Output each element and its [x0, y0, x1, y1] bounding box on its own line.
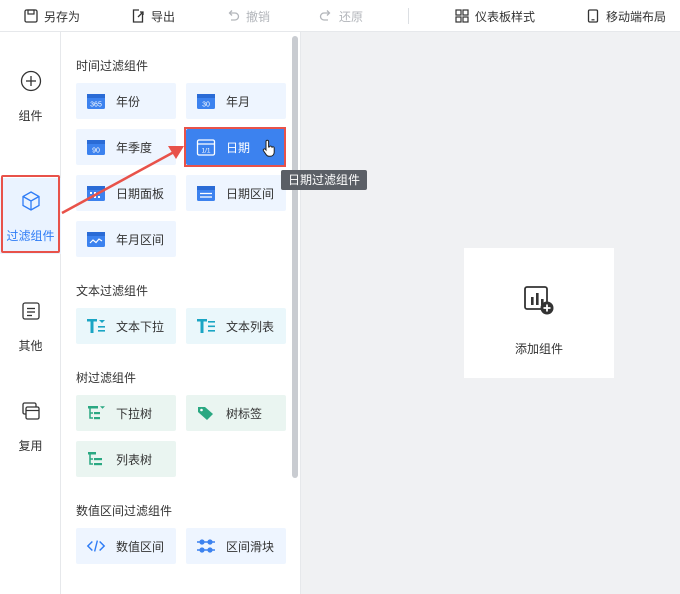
mobile-layout-button[interactable]: 移动端布局 — [586, 0, 666, 32]
section-title-time: 时间过滤组件 — [76, 59, 149, 73]
component-label: 列表树 — [116, 452, 153, 467]
component-date-range[interactable]: 日期区间 — [186, 175, 286, 211]
tree-list-icon — [86, 449, 106, 469]
save-as-label: 另存为 — [44, 9, 81, 24]
cube-icon — [19, 189, 43, 213]
component-year-month[interactable]: 30 年月 — [186, 83, 286, 119]
component-label: 下拉树 — [116, 406, 153, 421]
svg-text:365: 365 — [90, 102, 102, 109]
save-icon — [24, 9, 38, 23]
component-year[interactable]: 365 年份 — [76, 83, 176, 119]
component-dropdown-tree[interactable]: 下拉树 — [76, 395, 176, 431]
tree-dropdown-icon — [86, 403, 106, 423]
left-rail: 组件 过滤组件 其他 复用 — [0, 32, 61, 594]
component-tree-tag[interactable]: 树标签 — [186, 395, 286, 431]
code-brackets-icon — [86, 536, 106, 556]
component-label: 文本下拉 — [116, 319, 165, 334]
component-date[interactable]: 1/1 日期 — [186, 129, 286, 165]
stack-icon — [19, 399, 43, 423]
mobile-layout-label: 移动端布局 — [606, 9, 667, 24]
document-icon — [19, 299, 43, 323]
component-text-list[interactable]: 文本列表 — [186, 308, 286, 344]
component-label: 日期区间 — [226, 186, 275, 201]
rail-item-label: 过滤组件 — [6, 228, 55, 243]
component-label: 日期面板 — [116, 186, 165, 201]
rail-item-label: 组件 — [18, 108, 43, 123]
component-range-slider[interactable]: 区间滑块 — [186, 528, 286, 564]
component-label: 文本列表 — [226, 319, 275, 334]
export-label: 导出 — [151, 9, 176, 24]
tooltip: 日期过滤组件 — [281, 170, 368, 190]
export-button[interactable]: 导出 — [131, 0, 175, 32]
redo-label: 还原 — [339, 9, 364, 24]
text-list-icon — [196, 316, 216, 336]
calendar-30-icon: 30 — [196, 91, 216, 111]
calendar-grid-icon — [86, 183, 106, 203]
calendar-range-icon — [196, 183, 216, 203]
add-component-card[interactable]: 添加组件 — [464, 248, 614, 378]
undo-label: 撤销 — [246, 9, 271, 24]
calendar-365-icon: 365 — [86, 91, 106, 111]
component-label: 年月区间 — [116, 232, 165, 247]
section-title-tree: 树过滤组件 — [76, 371, 137, 385]
calendar-wave-icon — [86, 229, 106, 249]
component-numeric-range[interactable]: 数值区间 — [76, 528, 176, 564]
calendar-90-icon: 90 — [86, 137, 106, 157]
redo-button[interactable]: 还原 — [319, 0, 363, 32]
rail-item-reuse[interactable]: 复用 — [0, 388, 61, 464]
chart-add-icon — [523, 284, 555, 316]
toolbar-divider — [408, 8, 409, 24]
component-text-dropdown[interactable]: 文本下拉 — [76, 308, 176, 344]
component-date-panel[interactable]: 日期面板 — [76, 175, 176, 211]
component-label: 年份 — [116, 94, 141, 109]
svg-text:1/1: 1/1 — [201, 148, 210, 155]
dashboard-style-label: 仪表板样式 — [475, 9, 536, 24]
component-label: 区间滑块 — [226, 539, 275, 554]
calendar-date-icon: 1/1 — [196, 137, 216, 157]
slider-icon — [196, 536, 216, 556]
grid-icon — [455, 9, 469, 23]
toolbar: 另存为 导出 撤销 还原 仪表板样式 移动端布局 — [0, 0, 680, 32]
tag-icon — [196, 403, 216, 423]
undo-icon — [228, 10, 240, 21]
rail-item-filters[interactable]: 过滤组件 — [0, 178, 61, 254]
add-component-label: 添加组件 — [514, 342, 563, 356]
mobile-icon — [587, 9, 599, 23]
rail-item-label: 其他 — [18, 338, 43, 353]
component-year-quarter[interactable]: 90 年季度 — [76, 129, 176, 165]
component-label: 日期 — [226, 140, 251, 155]
rail-item-label: 复用 — [18, 438, 43, 453]
hand-cursor-icon — [262, 139, 275, 157]
redo-icon — [319, 10, 331, 21]
rail-item-other[interactable]: 其他 — [0, 288, 61, 364]
panel-scrollbar[interactable] — [292, 36, 298, 478]
undo-button[interactable]: 撤销 — [226, 0, 270, 32]
component-label: 年月 — [226, 94, 251, 109]
component-label: 数值区间 — [116, 539, 165, 554]
section-title-numeric: 数值区间过滤组件 — [76, 504, 173, 518]
svg-text:30: 30 — [202, 102, 210, 109]
component-year-month-range[interactable]: 年月区间 — [76, 221, 176, 257]
plus-circle-icon — [19, 69, 43, 93]
text-dropdown-icon — [86, 316, 106, 336]
export-icon — [132, 9, 144, 23]
dashboard-style-button[interactable]: 仪表板样式 — [455, 0, 535, 32]
rail-item-components[interactable]: 组件 — [0, 58, 61, 134]
component-label: 树标签 — [226, 406, 263, 421]
component-list-tree[interactable]: 列表树 — [76, 441, 176, 477]
save-as-button[interactable]: 另存为 — [24, 0, 80, 32]
svg-text:90: 90 — [92, 148, 100, 155]
section-title-text: 文本过滤组件 — [76, 284, 149, 298]
component-label: 年季度 — [116, 140, 153, 155]
